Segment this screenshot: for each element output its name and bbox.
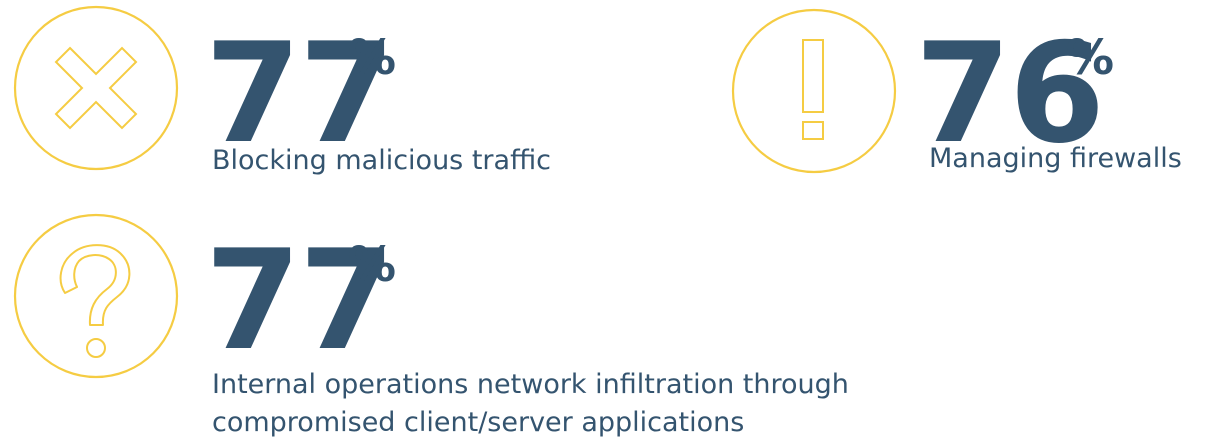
stat-percent-sign: %	[1066, 30, 1115, 86]
stat-label-line-2: compromised client/server applications	[212, 407, 745, 438]
stat-percent-sign: %	[348, 30, 397, 86]
x-icon	[13, 5, 179, 171]
stat-label-line-1: Internal operations network infiltration…	[212, 369, 849, 400]
question-icon	[13, 213, 179, 379]
stat-label: Blocking malicious traffic	[212, 145, 552, 176]
stat-percent-sign: %	[348, 237, 397, 293]
exclamation-icon	[731, 8, 897, 174]
stat-label: Managing firewalls	[929, 143, 1182, 174]
